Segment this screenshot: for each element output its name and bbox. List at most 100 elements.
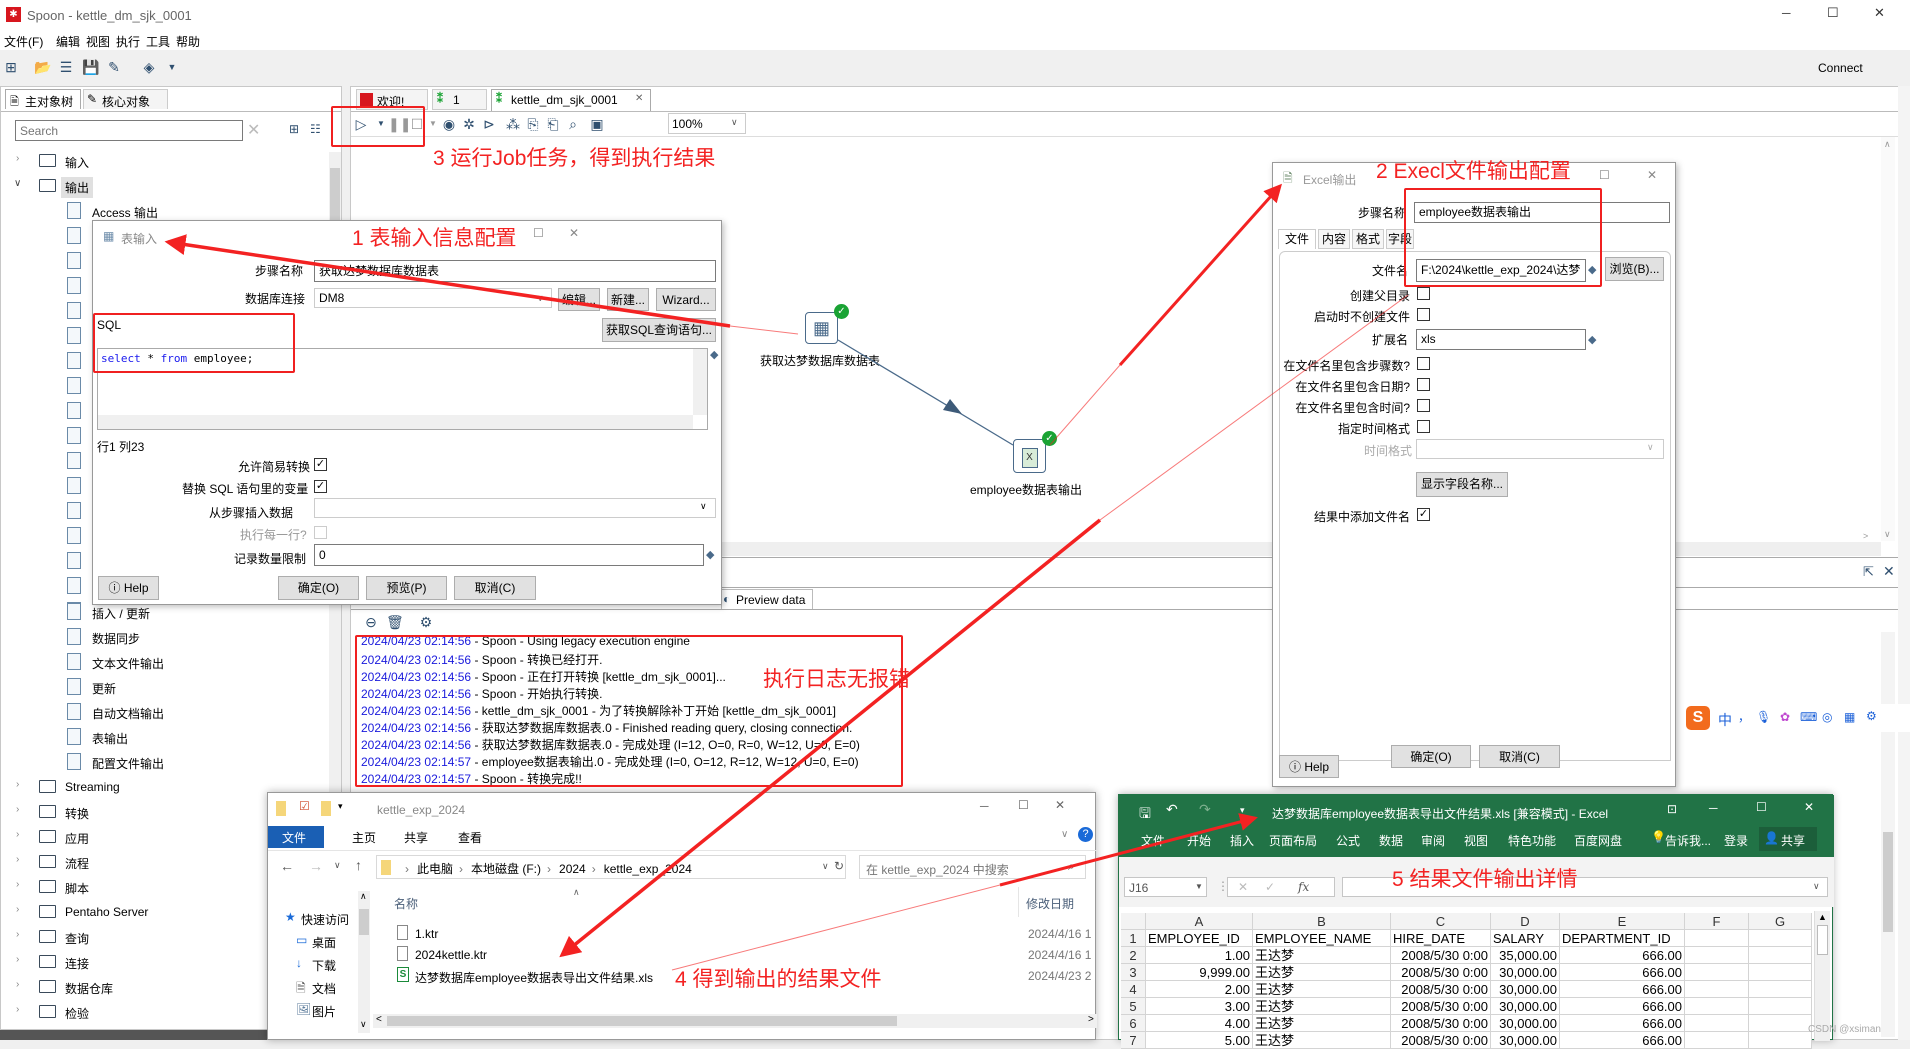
minimize-button[interactable]: ─ (980, 799, 989, 813)
row-header[interactable]: 5 (1121, 998, 1146, 1015)
show-fields-button[interactable]: 显示字段名称... (1416, 472, 1508, 497)
tab-1[interactable]: ⁑ 1 (432, 89, 487, 110)
redo-icon[interactable]: ↷ (1199, 801, 1211, 818)
save-icon[interactable]: 🖫 (1139, 803, 1151, 827)
chevron-right-icon[interactable]: › (16, 979, 19, 990)
help-button[interactable]: ⓘ Help (98, 576, 159, 600)
cell[interactable]: 4.00 (1146, 1015, 1253, 1032)
breadcrumb-item[interactable]: 本地磁盘 (F:) (471, 862, 541, 876)
tree-step-item[interactable]: 自动文档输出 (1, 700, 331, 724)
tree-step-item[interactable]: 数据同步 (1, 625, 331, 649)
cell[interactable] (1749, 930, 1812, 947)
share-button[interactable]: 👤 共享 (1759, 827, 1817, 851)
cell[interactable]: 35,000.00 (1491, 947, 1560, 964)
scroll-down-icon[interactable]: ∨ (360, 1019, 367, 1030)
files-hscrollbar[interactable]: < > (373, 1014, 1097, 1028)
scroll-thumb[interactable] (1817, 925, 1828, 955)
properties-icon[interactable]: ☑ (299, 799, 310, 813)
maximize-button[interactable]: ☐ (1827, 5, 1839, 21)
chevron-right-icon[interactable]: › (16, 829, 19, 840)
column-header[interactable]: F (1685, 913, 1749, 930)
ribbon-tab[interactable]: 插入 (1230, 832, 1254, 849)
edit-connection-button[interactable]: 编辑... (558, 288, 600, 311)
column-header[interactable]: G (1749, 913, 1812, 930)
chevron-right-icon[interactable]: › (16, 804, 19, 815)
column-header[interactable]: B (1253, 913, 1391, 930)
menu-item[interactable]: 帮助 (176, 33, 200, 50)
menu-item[interactable]: 工具 (146, 33, 170, 50)
scroll-thumb[interactable] (359, 909, 369, 935)
close-button[interactable]: ✕ (569, 226, 579, 240)
cell[interactable]: 2008/5/30 0:00 (1391, 964, 1491, 981)
cell[interactable]: 666.00 (1560, 1032, 1685, 1049)
save-icon[interactable]: 💾 (82, 59, 99, 75)
scroll-up-icon[interactable]: ▲ (1818, 912, 1827, 922)
tree-step-item[interactable]: 更新 (1, 675, 331, 699)
cell[interactable] (1749, 998, 1812, 1015)
ribbon-tab[interactable]: 百度网盘 (1574, 832, 1622, 849)
cell[interactable]: 666.00 (1560, 998, 1685, 1015)
close-button[interactable]: ✕ (1647, 168, 1657, 182)
explore-repo-icon[interactable]: ☰ (58, 59, 74, 75)
tab-file[interactable]: 文件 (1278, 229, 1316, 249)
tell-me[interactable]: 告诉我... (1665, 832, 1711, 849)
column-header[interactable]: D (1491, 913, 1560, 930)
forward-icon[interactable]: → (309, 858, 323, 874)
cell[interactable]: 王达梦 (1253, 1015, 1391, 1032)
stop-dropdown-icon[interactable]: ▼ (425, 116, 441, 132)
scroll-down-icon[interactable]: ∨ (1884, 529, 1891, 540)
replay-icon[interactable]: ⊳ (481, 116, 497, 132)
create-parent-checkbox[interactable] (1417, 287, 1430, 300)
cell[interactable]: EMPLOYEE_NAME (1253, 930, 1391, 947)
sql-vscrollbar[interactable] (693, 349, 707, 415)
ime-mode[interactable]: 中 (1718, 710, 1732, 730)
tab-format[interactable]: 格式 (1352, 229, 1384, 249)
ribbon-tab[interactable]: 特色功能 (1508, 832, 1556, 849)
cell[interactable] (1685, 1032, 1749, 1049)
maximize-button[interactable]: ☐ (533, 226, 544, 240)
settings-icon[interactable]: ⚙ (1866, 709, 1877, 723)
stepnr-checkbox[interactable] (1417, 357, 1430, 370)
cancel-icon[interactable]: ✕ (1238, 880, 1248, 894)
canvas-vscrollbar[interactable]: ∧ ∨ (1881, 137, 1895, 541)
cell[interactable]: 王达梦 (1253, 964, 1391, 981)
apps-icon[interactable]: ▦ (1844, 710, 1855, 724)
cell[interactable]: 30,000.00 (1491, 1032, 1560, 1049)
maximize-button[interactable]: ☐ (1018, 798, 1029, 812)
cell[interactable]: 666.00 (1560, 981, 1685, 998)
chevron-right-icon[interactable]: › (16, 779, 19, 790)
chevron-right-icon[interactable]: › (16, 854, 19, 865)
chevron-right-icon[interactable]: › (16, 954, 19, 965)
help-icon[interactable]: ? (1078, 827, 1093, 842)
extension-input[interactable]: xls (1416, 329, 1586, 350)
row-header[interactable]: 4 (1121, 981, 1146, 998)
nav-item[interactable]: 🗎 文档 (296, 978, 358, 996)
minimize-button[interactable]: ─ (1709, 801, 1718, 815)
row-header[interactable]: 6 (1121, 1015, 1146, 1032)
ribbon-tab[interactable]: 开始 (1187, 832, 1211, 849)
cell[interactable]: 666.00 (1560, 947, 1685, 964)
menu-item[interactable]: 文件(F) (4, 33, 43, 50)
chevron-down-icon[interactable]: ∨ (822, 861, 829, 872)
cell[interactable]: 30,000.00 (1491, 998, 1560, 1015)
cell[interactable]: 2008/5/30 0:00 (1391, 998, 1491, 1015)
enter-icon[interactable]: ✓ (1265, 880, 1275, 894)
new-folder-icon[interactable] (321, 801, 331, 816)
close-button[interactable]: ✕ (1804, 800, 1814, 814)
close-tab-icon[interactable]: ✕ (635, 93, 643, 104)
add-result-checkbox[interactable]: ✓ (1417, 508, 1430, 521)
cell[interactable]: 2008/5/30 0:00 (1391, 1032, 1491, 1049)
date-format-select[interactable]: ∨ (1416, 439, 1664, 459)
file-row[interactable]: 1.ktr 2024/4/16 1 (373, 924, 1093, 943)
close-panel-icon[interactable]: ✕ (1883, 563, 1895, 580)
layers-dropdown-icon[interactable]: ▼ (164, 59, 180, 75)
chevron-right-icon[interactable]: › (16, 1004, 19, 1015)
execute-each-row-checkbox[interactable] (314, 526, 327, 539)
ime-toolbar[interactable]: S 中 ， 🎙 ✿ ⌨ ◎ ▦ ⚙ (1684, 704, 1910, 732)
wizard-button[interactable]: Wizard... (656, 288, 716, 311)
trash-icon[interactable]: 🗑 (386, 614, 404, 630)
layers-icon[interactable]: ◈ (141, 59, 157, 75)
close-button[interactable]: ✕ (1874, 5, 1885, 21)
column-header[interactable]: A (1146, 913, 1253, 930)
ribbon-tab[interactable]: 文件 (268, 826, 324, 848)
